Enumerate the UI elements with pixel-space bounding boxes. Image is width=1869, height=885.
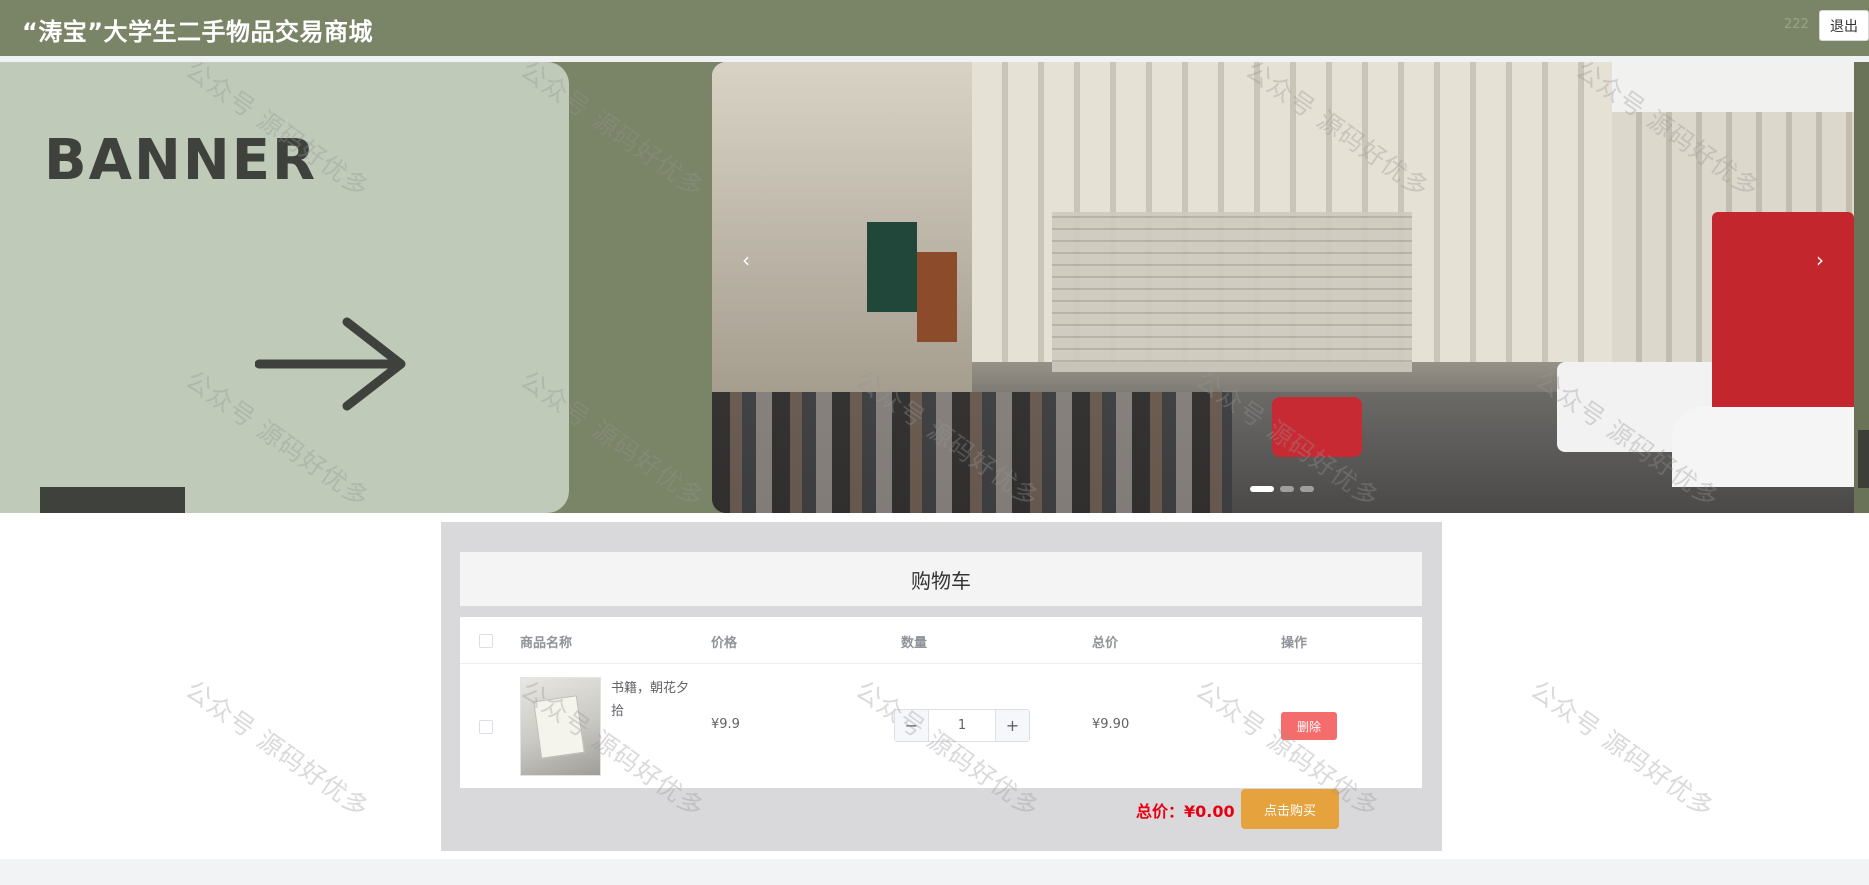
photo-bus — [1712, 212, 1854, 412]
photo-car — [1272, 397, 1362, 457]
photo-flag — [917, 252, 957, 342]
watermark-text: 公众号 源码好优多 — [1525, 675, 1720, 824]
carousel-indicator[interactable] — [1250, 486, 1274, 492]
site-title: “涛宝”大学生二手物品交易商城 — [22, 18, 374, 46]
banner-slide-preview: BANNER — [0, 62, 569, 513]
product-price: ¥9.9 — [711, 717, 740, 732]
username-label: 222 — [1784, 17, 1809, 32]
photo-scaffold — [1052, 212, 1412, 372]
product-image-book — [533, 695, 585, 759]
select-all-checkbox[interactable] — [479, 634, 493, 648]
column-header-price: 价格 — [711, 636, 738, 651]
quantity-stepper[interactable]: − 1 + — [894, 709, 1030, 742]
item-subtotal: ¥9.90 — [1092, 717, 1130, 732]
quantity-input[interactable]: 1 — [929, 710, 995, 741]
logout-button[interactable]: 退出 — [1819, 10, 1869, 41]
next-slide-edge-detail — [1858, 430, 1869, 488]
page-footer — [0, 859, 1869, 885]
cart-total: 总价：¥0.00 — [1136, 802, 1235, 821]
product-image[interactable] — [520, 677, 601, 776]
buy-button[interactable]: 点击购买 — [1241, 789, 1339, 829]
column-header-name: 商品名称 — [520, 636, 573, 651]
row-select-checkbox[interactable] — [479, 720, 493, 734]
watermark-text: 公众号 源码好优多 — [180, 675, 375, 824]
top-header: “涛宝”大学生二手物品交易商城 222 退出 — [0, 0, 1869, 56]
photo-flag — [867, 222, 917, 312]
increase-quantity-button[interactable]: + — [995, 710, 1029, 741]
product-name[interactable]: 书籍，朝花夕拾 — [611, 677, 691, 723]
banner-decor-block — [40, 487, 185, 513]
column-header-quantity: 数量 — [901, 636, 928, 651]
carousel-prev-icon[interactable]: ‹ — [736, 248, 756, 272]
banner-slide-photo — [712, 62, 1854, 513]
column-header-action: 操作 — [1281, 636, 1308, 651]
banner-carousel[interactable]: BANNER — [0, 62, 1869, 513]
arrow-right-icon — [255, 317, 406, 411]
delete-button[interactable]: 删除 — [1281, 712, 1337, 740]
cart-table — [460, 617, 1422, 788]
carousel-indicator[interactable] — [1300, 486, 1314, 492]
cart-title: 购物车 — [460, 552, 1422, 606]
column-header-subtotal: 总价 — [1092, 636, 1119, 651]
carousel-indicator[interactable] — [1280, 486, 1294, 492]
photo-pedestrians — [712, 392, 1232, 513]
table-header-divider — [460, 663, 1422, 664]
banner-heading: BANNER — [44, 128, 318, 193]
carousel-indicators — [1250, 486, 1314, 492]
photo-building — [712, 62, 972, 392]
photo-car — [1672, 407, 1854, 487]
decrease-quantity-button[interactable]: − — [895, 710, 929, 741]
carousel-next-icon[interactable]: › — [1810, 248, 1830, 272]
